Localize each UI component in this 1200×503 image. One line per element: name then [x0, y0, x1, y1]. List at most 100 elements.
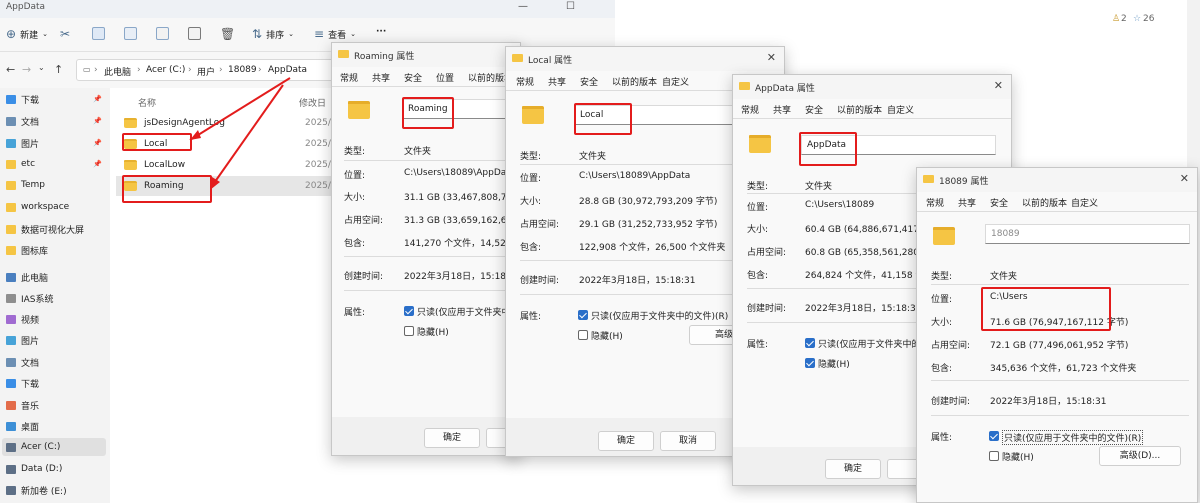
- ok-button[interactable]: 确定: [825, 459, 881, 479]
- sidebar-item[interactable]: Data (D:): [6, 460, 106, 478]
- sidebar-item[interactable]: 数据可视化大屏: [6, 220, 106, 238]
- close-icon[interactable]: ✕: [767, 51, 776, 64]
- tab-location[interactable]: 位置: [436, 71, 454, 84]
- highlight-roaming: [122, 175, 212, 203]
- sidebar-item[interactable]: Temp: [6, 176, 106, 194]
- pin-icon[interactable]: 📌: [93, 139, 102, 147]
- cut-icon[interactable]: ✂: [60, 27, 70, 41]
- tab-sharing[interactable]: 共享: [958, 196, 976, 209]
- pin-icon[interactable]: 📌: [93, 117, 102, 125]
- breadcrumb-users[interactable]: 用户: [197, 65, 215, 78]
- sidebar-item[interactable]: 图片: [6, 331, 106, 349]
- breadcrumb-user[interactable]: 18089: [228, 65, 257, 75]
- tab-sharing[interactable]: 共享: [773, 103, 791, 116]
- tab-general[interactable]: 常规: [340, 71, 358, 84]
- sort-button[interactable]: ⇅ 排序 ⌄: [252, 27, 294, 41]
- hidden-checkbox[interactable]: [578, 330, 588, 340]
- sidebar-item-label: 数据可视化大屏: [21, 225, 85, 236]
- tab-customize[interactable]: 自定义: [662, 75, 689, 88]
- ok-button[interactable]: 确定: [598, 431, 654, 451]
- sidebar-item[interactable]: 音乐: [6, 396, 106, 414]
- sidebar-item[interactable]: 文档: [6, 353, 106, 371]
- hidden-checkbox[interactable]: [989, 451, 999, 461]
- advanced-button[interactable]: 高级(D)...: [1099, 446, 1181, 466]
- maximize-icon[interactable]: ☐: [566, 1, 575, 12]
- pin-icon[interactable]: 📌: [93, 95, 102, 103]
- tab-previous-versions[interactable]: 以前的版本: [612, 75, 657, 88]
- readonly-checkbox[interactable]: [578, 310, 588, 320]
- hidden-checkbox[interactable]: [805, 358, 815, 368]
- sidebar-item[interactable]: 桌面: [6, 417, 106, 435]
- copy-icon[interactable]: [92, 27, 105, 40]
- new-button[interactable]: ⊕ 新建 ⌄: [6, 27, 48, 41]
- tab-sharing[interactable]: 共享: [548, 75, 566, 88]
- folder-icon: [923, 175, 934, 183]
- tab-previous-versions[interactable]: 以前的版本: [837, 103, 882, 116]
- tab-general[interactable]: 常规: [741, 103, 759, 116]
- sidebar-item-label: Temp: [21, 180, 45, 190]
- address-bar[interactable]: ▭ › 此电脑 › Acer (C:) › 用户 › 18089 › AppDa…: [76, 59, 336, 81]
- sidebar-item[interactable]: 新加卷 (E:): [6, 481, 106, 499]
- sidebar-item-icon: [6, 314, 16, 324]
- sidebar-item[interactable]: Acer (C:): [2, 438, 106, 456]
- close-icon[interactable]: ✕: [1180, 172, 1189, 185]
- paste-icon[interactable]: [124, 27, 137, 40]
- sidebar-item[interactable]: etc 📌: [6, 155, 106, 173]
- hidden-checkbox[interactable]: [404, 326, 414, 336]
- sidebar-item[interactable]: workspace: [6, 198, 106, 216]
- tab-general[interactable]: 常规: [516, 75, 534, 88]
- dialog-title-bar: 18089 属性 ✕: [917, 168, 1197, 192]
- forward-arrow-icon[interactable]: →: [22, 63, 31, 76]
- sidebar-item[interactable]: 下载 📌: [6, 90, 106, 108]
- rename-icon[interactable]: [156, 27, 169, 40]
- ok-button[interactable]: 确定: [424, 428, 480, 448]
- attributes-label: 属性:: [344, 308, 366, 318]
- contains-value: 122,908 个文件，26,500 个文件夹: [579, 243, 726, 253]
- tab-general[interactable]: 常规: [926, 196, 944, 209]
- readonly-checkbox[interactable]: [805, 338, 815, 348]
- breadcrumb-this-pc[interactable]: 此电脑: [104, 65, 131, 78]
- close-icon[interactable]: ✕: [994, 79, 1003, 92]
- sidebar-item-label: 图片: [21, 139, 40, 150]
- minimize-icon[interactable]: —: [518, 1, 528, 12]
- folder-name-field[interactable]: 18089: [985, 224, 1190, 244]
- sidebar-item-icon: [6, 335, 16, 345]
- divider: [747, 288, 922, 289]
- sidebar-item[interactable]: 图标库: [6, 241, 106, 259]
- tab-security[interactable]: 安全: [404, 71, 422, 84]
- readonly-checkbox[interactable]: [404, 306, 414, 316]
- sidebar-item[interactable]: 文档 📌: [6, 112, 106, 130]
- sidebar-item[interactable]: 图片 📌: [6, 134, 106, 152]
- sidebar-item[interactable]: IAS系统: [6, 289, 106, 307]
- disk-size-label: 占用空间:: [931, 341, 971, 351]
- tab-previous-versions[interactable]: 以前的版本: [1022, 196, 1067, 209]
- delete-icon[interactable]: 🗑: [220, 27, 235, 41]
- breadcrumb-appdata[interactable]: AppData: [268, 65, 307, 75]
- sidebar-item[interactable]: 此电脑: [6, 268, 106, 286]
- back-arrow-icon[interactable]: ←: [6, 63, 15, 76]
- column-header-name[interactable]: 名称: [138, 96, 156, 109]
- pin-icon[interactable]: 📌: [93, 160, 102, 168]
- like-icon[interactable]: ♙: [1112, 14, 1120, 24]
- share-icon[interactable]: [188, 27, 201, 40]
- breadcrumb-drive[interactable]: Acer (C:): [146, 65, 185, 75]
- more-options-button[interactable]: ···: [376, 27, 386, 37]
- sidebar-item[interactable]: 下载: [6, 374, 106, 392]
- column-header-modified[interactable]: 修改日: [299, 96, 326, 109]
- file-name: jsDesignAgentLog: [144, 118, 225, 128]
- star-icon[interactable]: ☆: [1133, 14, 1141, 24]
- tab-customize[interactable]: 自定义: [1071, 196, 1098, 209]
- readonly-checkbox[interactable]: [989, 431, 999, 441]
- tab-security[interactable]: 安全: [990, 196, 1008, 209]
- tab-sharing[interactable]: 共享: [372, 71, 390, 84]
- tab-security[interactable]: 安全: [805, 103, 823, 116]
- tab-security[interactable]: 安全: [580, 75, 598, 88]
- sidebar-item[interactable]: 视频: [6, 310, 106, 328]
- up-arrow-icon[interactable]: ↑: [54, 63, 63, 76]
- sidebar-item-label: 下载: [21, 379, 40, 390]
- view-button[interactable]: ≡ 查看 ⌄: [314, 27, 356, 41]
- cancel-button[interactable]: 取消: [660, 431, 716, 451]
- recent-dropdown-icon[interactable]: ⌄: [38, 63, 45, 72]
- tab-customize[interactable]: 自定义: [887, 103, 914, 116]
- location-value: C:\Users\18089: [805, 200, 875, 210]
